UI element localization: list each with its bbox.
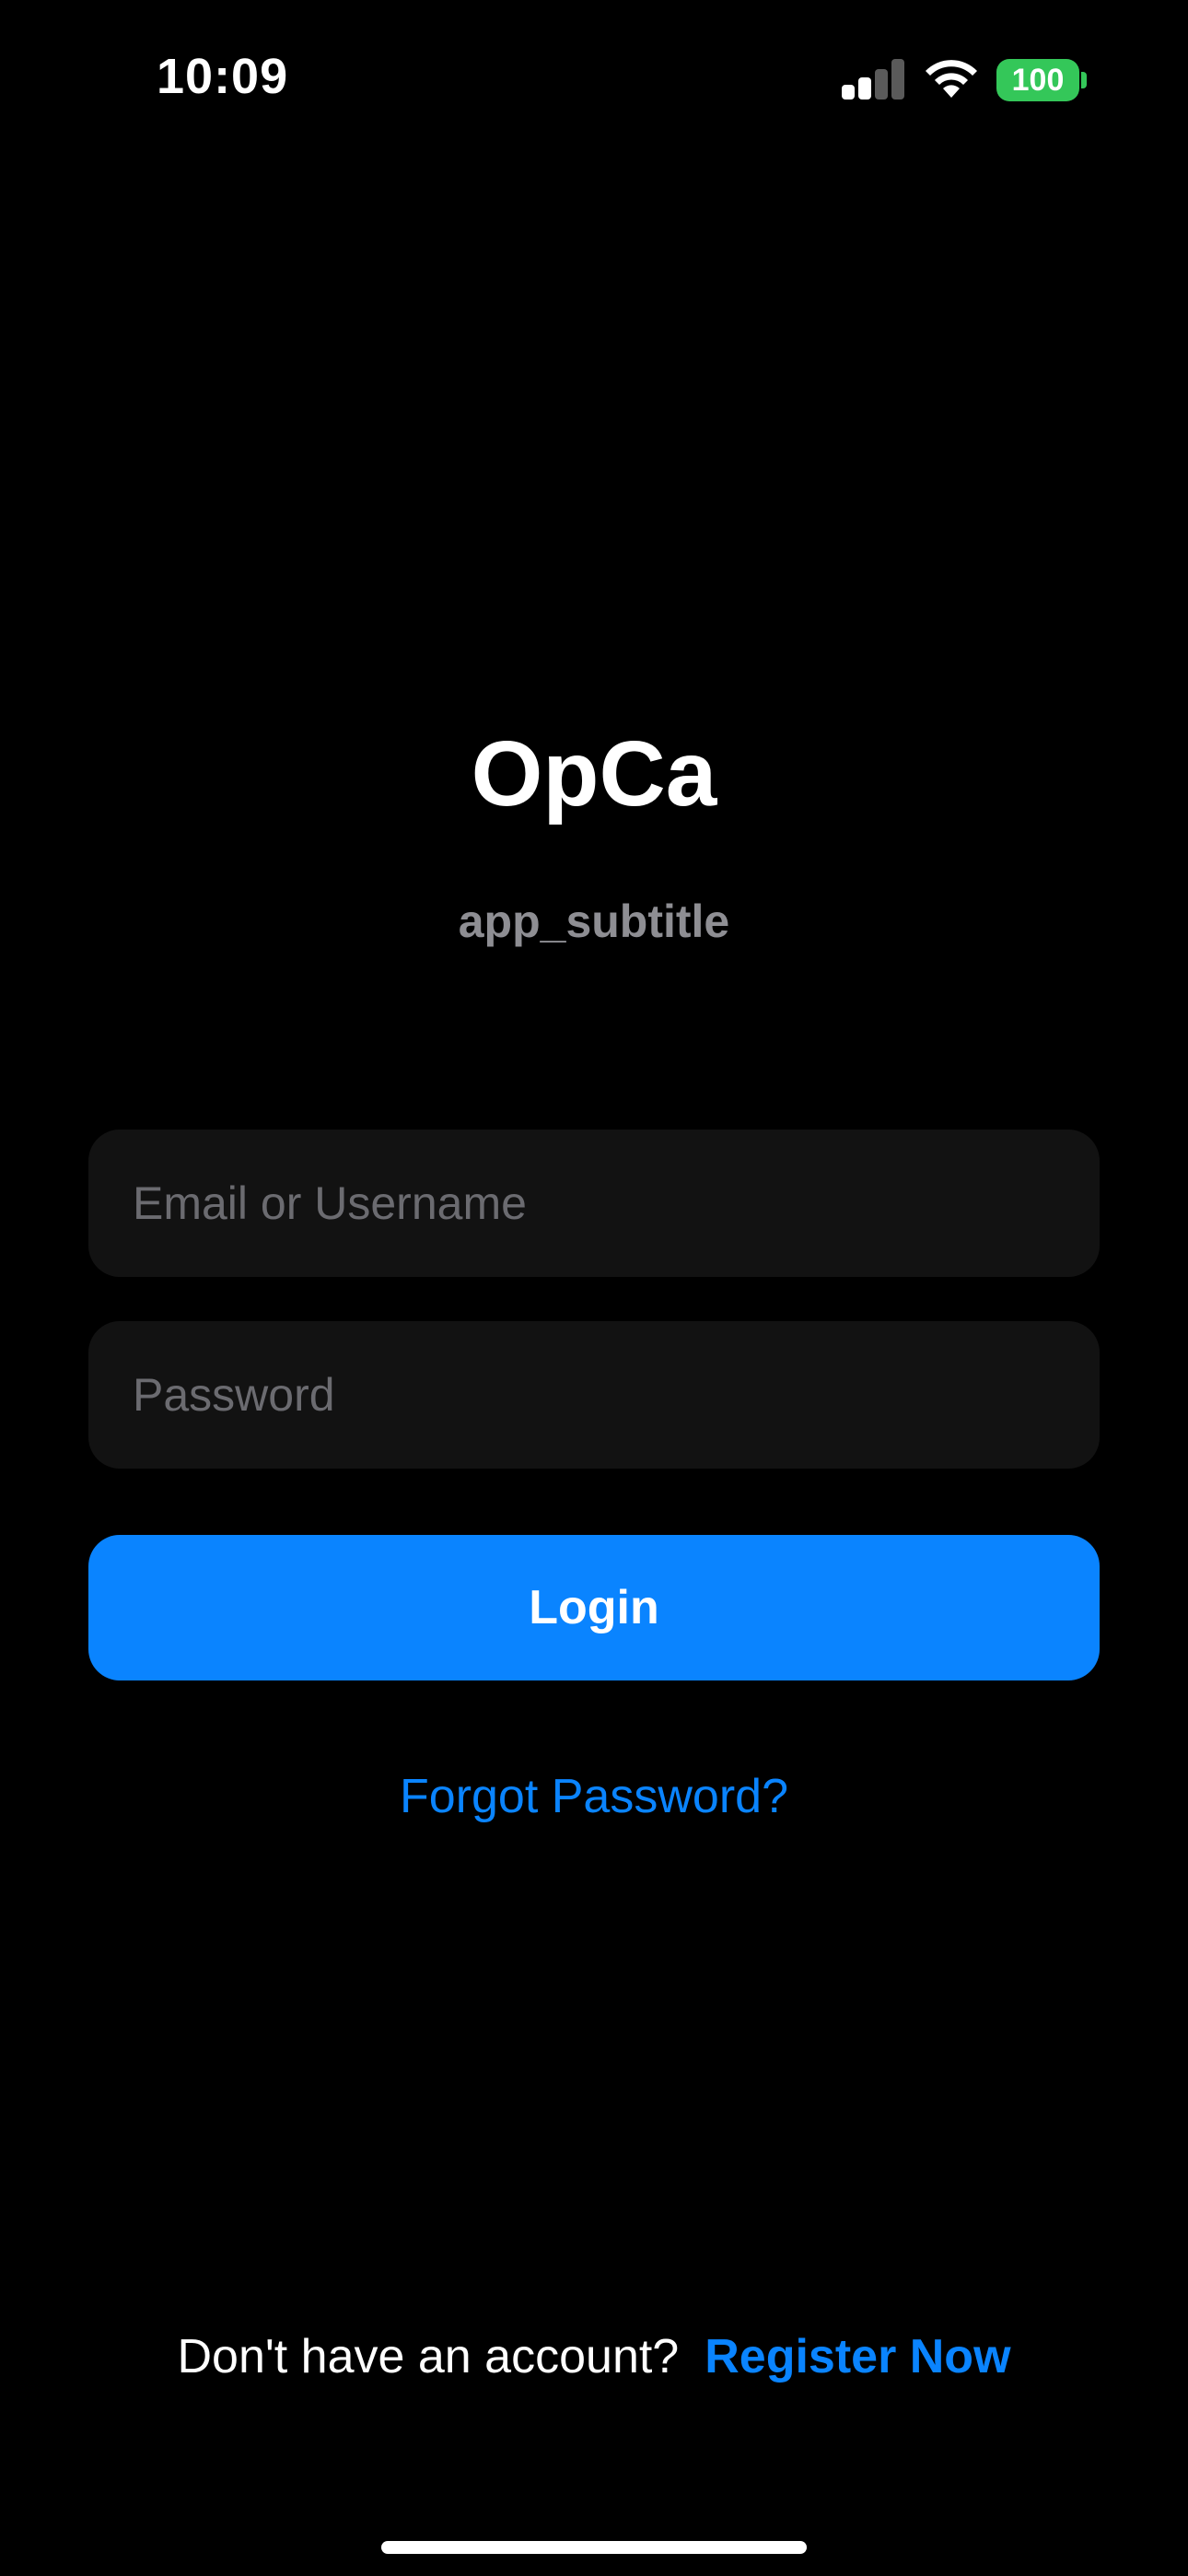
wifi-icon — [926, 60, 977, 98]
password-field-container[interactable] — [88, 1321, 1100, 1469]
home-indicator[interactable] — [381, 2541, 807, 2554]
login-button[interactable]: Login — [88, 1535, 1100, 1680]
email-field-container[interactable] — [88, 1130, 1100, 1277]
battery-tip — [1081, 72, 1087, 88]
battery-icon: 100 — [996, 59, 1079, 101]
password-field[interactable] — [133, 1368, 1055, 1422]
email-field[interactable] — [133, 1177, 1055, 1230]
battery-level: 100 — [1011, 62, 1065, 98]
register-now-link[interactable]: Register Now — [705, 2327, 1010, 2386]
app-title: OpCa — [471, 722, 717, 825]
register-prompt: Don't have an account? Register Now — [0, 2327, 1188, 2386]
status-time: 10:09 — [157, 49, 289, 104]
register-prompt-text: Don't have an account? — [177, 2330, 680, 2383]
forgot-password-link[interactable]: Forgot Password? — [0, 1767, 1188, 1826]
app-subtitle: app_subtitle — [458, 896, 730, 947]
cellular-signal-icon — [842, 59, 904, 100]
